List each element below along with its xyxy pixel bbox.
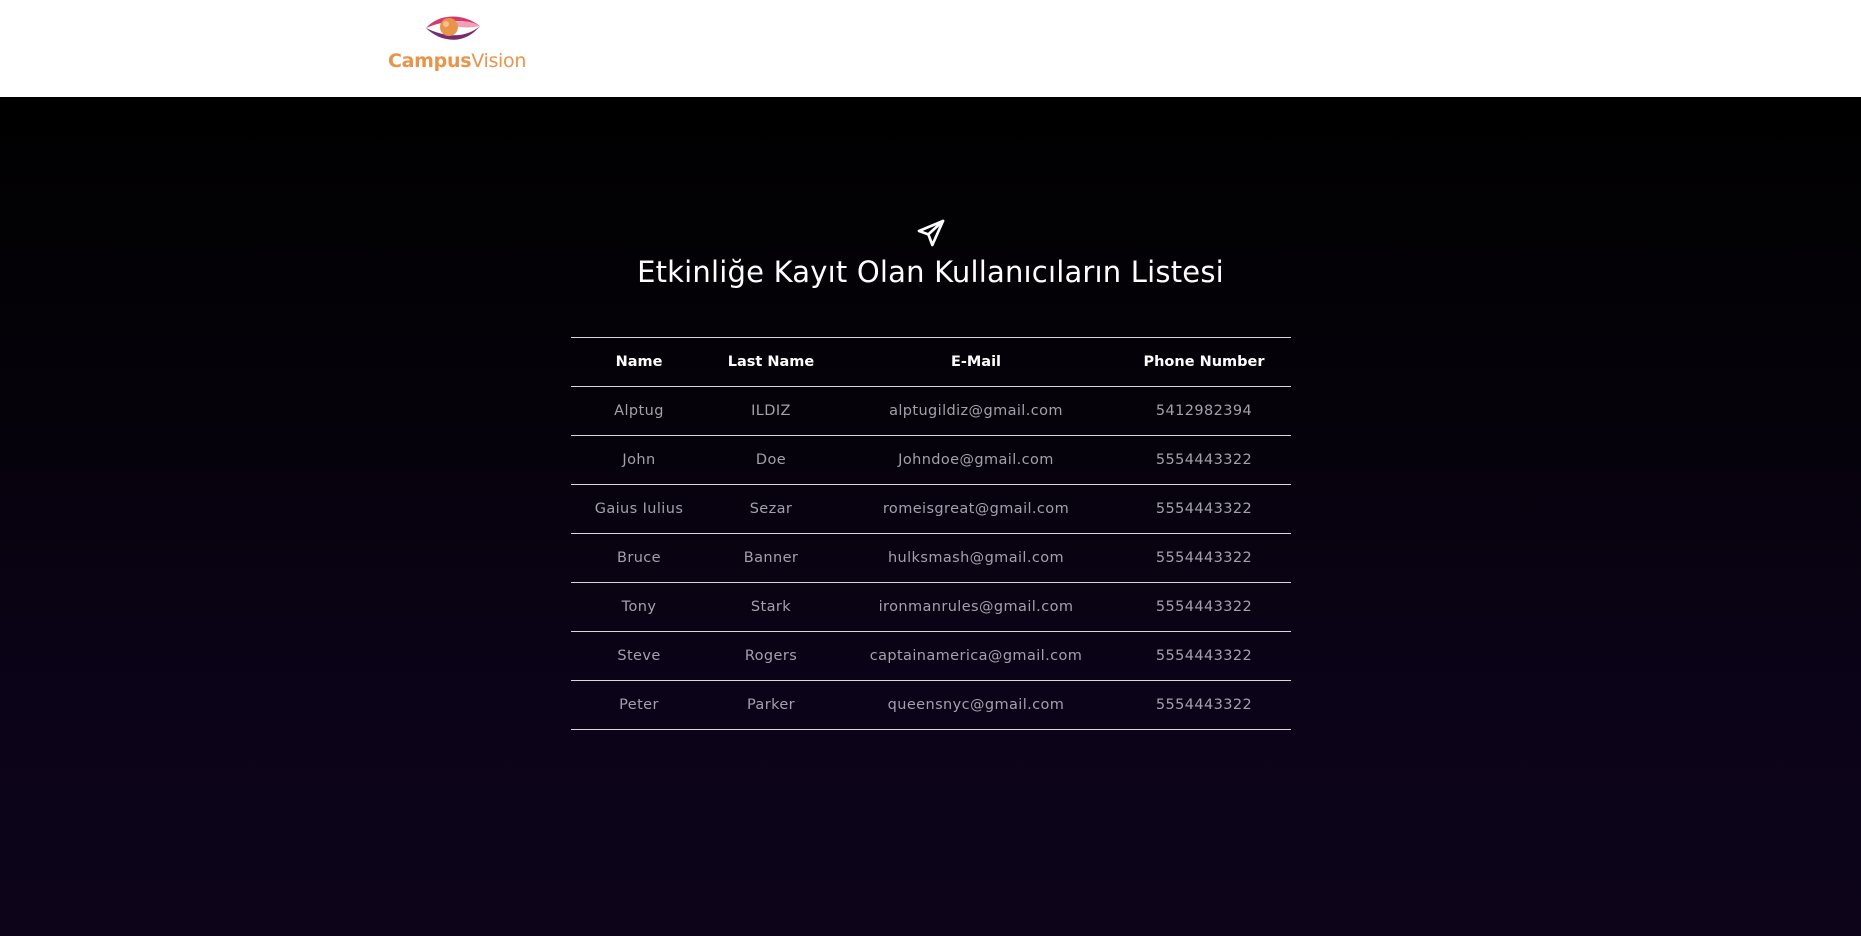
- table-row: Peter Parker queensnyc@gmail.com 5554443…: [571, 680, 1291, 730]
- cell-last-name: Stark: [707, 582, 835, 632]
- cell-last-name: ILDIZ: [707, 386, 835, 436]
- cell-name: Bruce: [571, 533, 707, 583]
- column-header-last-name: Last Name: [707, 337, 835, 387]
- registered-users-table: Name Last Name E-Mail Phone Number Alptu…: [571, 337, 1291, 730]
- column-header-phone-number: Phone Number: [1117, 337, 1291, 387]
- cell-last-name: Sezar: [707, 484, 835, 534]
- column-header-name: Name: [571, 337, 707, 387]
- cell-name: Gaius Iulius: [571, 484, 707, 534]
- table-header-row: Name Last Name E-Mail Phone Number: [571, 337, 1291, 387]
- cell-phone: 5554443322: [1117, 680, 1291, 730]
- cell-last-name: Parker: [707, 680, 835, 730]
- cell-name: Peter: [571, 680, 707, 730]
- table-row: Steve Rogers captainamerica@gmail.com 55…: [571, 631, 1291, 681]
- cell-email: romeisgreat@gmail.com: [835, 484, 1117, 534]
- cell-last-name: Doe: [707, 435, 835, 485]
- column-header-email: E-Mail: [835, 337, 1117, 387]
- cell-phone: 5554443322: [1117, 631, 1291, 681]
- page-title: Etkinliğe Kayıt Olan Kullanıcıların List…: [637, 255, 1224, 289]
- cell-name: Alptug: [571, 386, 707, 436]
- top-header: CampusVision: [0, 0, 1861, 97]
- table-row: Alptug ILDIZ alptugildiz@gmail.com 54129…: [571, 386, 1291, 436]
- paper-plane-icon: [917, 219, 945, 247]
- table-row: John Doe Johndoe@gmail.com 5554443322: [571, 435, 1291, 485]
- cell-email: queensnyc@gmail.com: [835, 680, 1117, 730]
- table-row: Bruce Banner hulksmash@gmail.com 5554443…: [571, 533, 1291, 583]
- main-content: Etkinliğe Kayıt Olan Kullanıcıların List…: [0, 97, 1861, 936]
- cell-phone: 5554443322: [1117, 484, 1291, 534]
- cell-email: alptugildiz@gmail.com: [835, 386, 1117, 436]
- logo-text-campus: Campus: [388, 50, 472, 72]
- cell-last-name: Rogers: [707, 631, 835, 681]
- cell-phone: 5554443322: [1117, 533, 1291, 583]
- cell-phone: 5554443322: [1117, 582, 1291, 632]
- logo-text-vision: Vision: [471, 50, 527, 72]
- cell-email: captainamerica@gmail.com: [835, 631, 1117, 681]
- table-row: Tony Stark ironmanrules@gmail.com 555444…: [571, 582, 1291, 632]
- cell-name: Tony: [571, 582, 707, 632]
- table-header: Name Last Name E-Mail Phone Number: [571, 337, 1291, 387]
- cell-phone: 5554443322: [1117, 435, 1291, 485]
- cell-email: Johndoe@gmail.com: [835, 435, 1117, 485]
- cell-email: ironmanrules@gmail.com: [835, 582, 1117, 632]
- table-body: Alptug ILDIZ alptugildiz@gmail.com 54129…: [571, 386, 1291, 730]
- table-row: Gaius Iulius Sezar romeisgreat@gmail.com…: [571, 484, 1291, 534]
- eye-logo-icon: [426, 16, 480, 40]
- cell-email: hulksmash@gmail.com: [835, 533, 1117, 583]
- cell-name: Steve: [571, 631, 707, 681]
- cell-phone: 5412982394: [1117, 386, 1291, 436]
- campusvision-logo[interactable]: CampusVision: [386, 10, 526, 76]
- logo-wordmark: CampusVision: [388, 50, 526, 72]
- cell-last-name: Banner: [707, 533, 835, 583]
- cell-name: John: [571, 435, 707, 485]
